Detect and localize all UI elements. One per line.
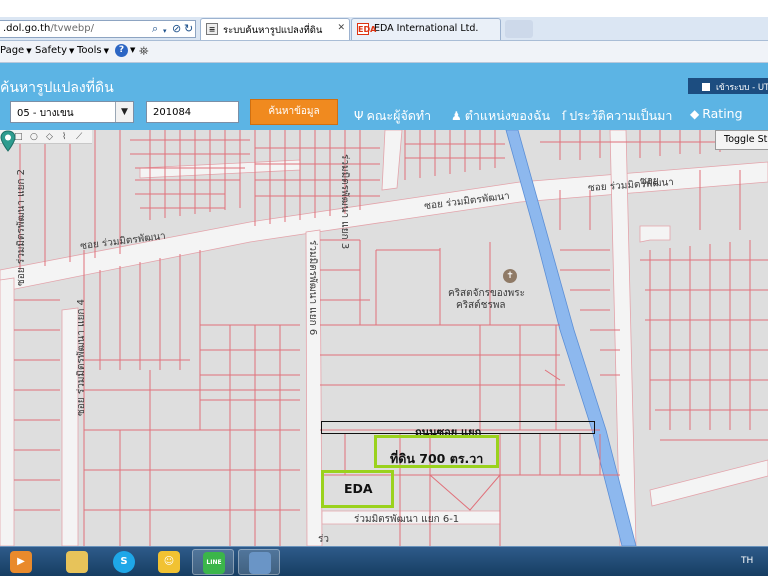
antenna-icon: Ψ (354, 109, 364, 123)
road-soi-3 (381, 130, 403, 191)
close-icon[interactable]: ✕ (337, 23, 345, 33)
taskbar-line[interactable]: LINE (192, 549, 234, 575)
page-icon: ≡ (206, 23, 218, 35)
measure-icon[interactable]: ⟋ (76, 132, 82, 142)
district-select[interactable]: 05 - บางเขน ▼ (10, 101, 134, 123)
taskbar-skype[interactable]: S (103, 549, 145, 575)
new-tab-button[interactable] (505, 20, 533, 38)
parcel-number-input[interactable] (146, 101, 239, 123)
street-label: ร่วมมิตรพัฒนา แยก 3 (339, 154, 350, 250)
eda-favicon-icon: EDA (357, 23, 377, 35)
command-bar: Page ▼ Safety ▼ Tools ▼ ? ▼ ⛯ (0, 41, 768, 63)
utm-label: UT (757, 83, 768, 93)
chevron-down-icon: ▼ (26, 47, 32, 55)
street-label: ร่วมมิตรพัฒนา แยก 6-1 (354, 514, 460, 525)
taskbar: ▶ S ☺ LINE TH (0, 546, 768, 576)
tab-land-parcel-search[interactable]: ≡ ระบบค้นหารูปแปลงที่ดิน ✕ (200, 18, 350, 40)
menu-safety[interactable]: Safety ▼ (35, 45, 74, 56)
taskbar-explorer[interactable] (56, 549, 98, 575)
help-icon[interactable]: ? (115, 44, 128, 57)
language-indicator[interactable]: TH (741, 556, 753, 566)
history-icon: ſ (562, 109, 567, 123)
window-icon (249, 552, 271, 574)
login-panel[interactable]: เข้าระบบ - UT (688, 78, 768, 94)
church-icon[interactable]: ✝ (503, 269, 517, 283)
polygon-icon[interactable]: ◇ (46, 132, 53, 142)
road-right-curve (639, 225, 671, 243)
toggle-street-button[interactable]: Toggle Street (715, 130, 768, 150)
eda-annotation-label: EDA (344, 481, 373, 496)
dropdown-arrow-icon[interactable]: ▾ (163, 25, 167, 37)
skype-icon: S (113, 551, 135, 573)
street-label: ซอย ร่วมมิตรพัฒนา แยก 2 (16, 168, 27, 286)
chevron-down-icon[interactable]: ▼ (130, 46, 135, 54)
search-button[interactable]: ค้นหาข้อมูล (250, 99, 338, 125)
district-value: 05 - บางเขน (17, 108, 74, 119)
polyline-icon[interactable]: ⌇ (62, 132, 66, 142)
road-soi-2 (0, 277, 15, 546)
nav-rating[interactable]: ◆ Rating (690, 106, 743, 121)
messenger-icon: ☺ (158, 551, 180, 573)
road-right-bottom (649, 459, 768, 507)
nav-history[interactable]: ſ ประวัติความเป็นมา (562, 106, 672, 126)
location-pin-icon[interactable] (0, 130, 16, 152)
menu-page[interactable]: Page ▼ (0, 45, 32, 56)
folder-icon (66, 551, 88, 573)
person-icon: ♟ (451, 109, 462, 123)
nav-my-location[interactable]: ♟ ตำแหน่งของฉัน (451, 106, 550, 126)
street-label: ซอย ร่วมมิตรพัฒนา แยก 4 (76, 298, 87, 416)
road-top-h (139, 159, 301, 179)
chevron-down-icon[interactable]: ▼ (115, 102, 133, 122)
tab-label: EDA International Ltd. (374, 23, 479, 34)
search-icon[interactable]: ⌕ (152, 23, 158, 35)
address-bar[interactable]: .dol.go.th/tvwebp/ ⌕ ▾ ⊘ ↻ (0, 20, 196, 38)
chevron-down-icon: ▼ (103, 47, 110, 55)
refresh-icon[interactable]: ↻ (184, 23, 193, 35)
taskbar-messenger[interactable]: ☺ (148, 549, 190, 575)
parcel-annotation-label: ที่ดิน 700 ตร.วา (390, 451, 484, 466)
address-url[interactable]: .dol.go.th/tvwebp/ (3, 23, 94, 34)
chevron-down-icon: ▼ (69, 47, 75, 55)
taskbar-window[interactable] (238, 549, 280, 575)
compatibility-view-icon[interactable]: ⛯ (139, 44, 149, 59)
menu-tools[interactable]: Tools ▼ (77, 45, 109, 56)
circle-icon[interactable]: ○ (30, 132, 38, 142)
street-label: ร่ว (318, 534, 329, 545)
checkbox[interactable] (702, 83, 710, 91)
tag-icon: ◆ (690, 107, 700, 121)
line-icon: LINE (203, 552, 225, 574)
tab-eda-international[interactable]: EDA EDA International Ltd. (351, 18, 501, 40)
tab-label: ระบบค้นหารูปแปลงที่ดิน (223, 25, 323, 36)
login-label: เข้าระบบ (716, 83, 750, 93)
media-player-icon: ▶ (10, 551, 32, 573)
street-label: ร่วมมิตรพัฒนา แยก 6 (307, 240, 318, 336)
nav-committee[interactable]: Ψ คณะผู้จัดทำ (354, 106, 431, 126)
stop-icon[interactable]: ⊘ (172, 23, 181, 35)
page-title: ค้นหารูปแปลงที่ดิน (0, 80, 114, 96)
map-view[interactable]: ↙ □ ○ ◇ ⌇ ⟋ ซอย ซอย ร่วมมิตรพัฒนา ซอย ร่… (0, 130, 768, 546)
taskbar-media-player[interactable]: ▶ (0, 549, 42, 575)
browser-tab-bar: .dol.go.th/tvwebp/ ⌕ ▾ ⊘ ↻ ≡ ระบบค้นหารู… (0, 17, 768, 41)
poi-label: คริสต์ชรพล (456, 300, 506, 311)
